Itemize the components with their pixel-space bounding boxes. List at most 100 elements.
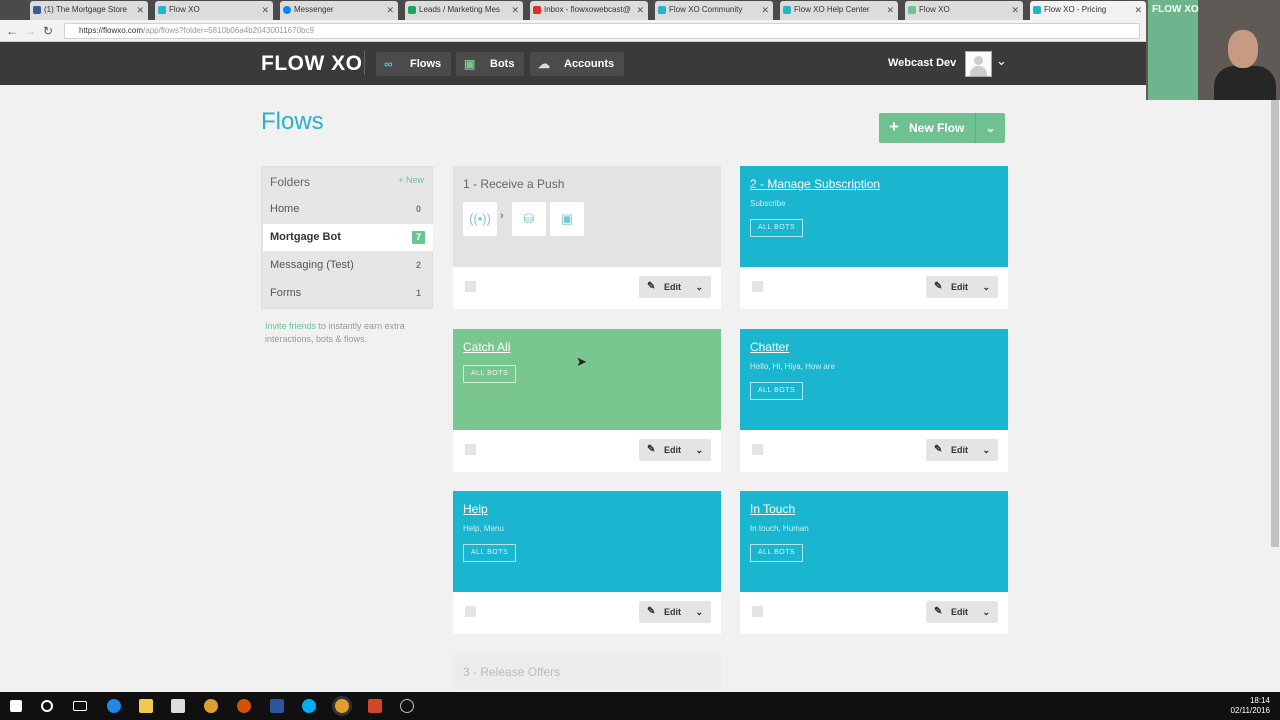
edit-button[interactable]: ✎ Edit ⌄	[639, 276, 711, 298]
flow-card[interactable]: Help Help, Menu ALL BOTS ✎ Edit ⌄	[453, 491, 721, 634]
address-bar: ← → ↻ https://flowxo.com/app/flows?folde…	[0, 20, 1146, 42]
edit-button[interactable]: ✎ Edit ⌄	[926, 601, 998, 623]
flow-card-loading[interactable]: 3 - Release Offers	[453, 654, 721, 690]
folder-count: 2	[415, 260, 421, 270]
edit-button[interactable]: ✎ Edit ⌄	[926, 276, 998, 298]
flow-card[interactable]: 1 - Receive a Push ((•)) › ⛁ ▣ ✎ Edit ⌄	[453, 166, 721, 309]
chrome-icon-active[interactable]	[335, 699, 349, 713]
edit-button[interactable]: ✎ Edit ⌄	[639, 439, 711, 461]
forward-icon[interactable]: →	[24, 24, 36, 38]
clock-app-icon[interactable]	[400, 699, 414, 713]
chevron-down-icon[interactable]: ⌄	[982, 439, 990, 461]
task-view-icon[interactable]	[73, 701, 87, 711]
browser-tab[interactable]: (1) The Mortgage Store ✕	[30, 1, 148, 20]
chrome-icon[interactable]	[204, 699, 218, 713]
chevron-down-icon[interactable]: ⌄	[695, 439, 703, 461]
url-field[interactable]: https://flowxo.com/app/flows?folder=5810…	[64, 23, 1140, 39]
webcam-overlay: FLOW XO	[1146, 0, 1280, 100]
folder-count: 0	[415, 204, 421, 214]
all-bots-badge: ALL BOTS	[750, 219, 804, 237]
close-tab-icon[interactable]: ✕	[1011, 1, 1019, 19]
flow-title[interactable]: In Touch	[750, 502, 795, 516]
ubuntu-icon[interactable]	[237, 699, 251, 713]
new-flow-button[interactable]: + New Flow ⌄	[879, 113, 1005, 143]
chevron-down-icon[interactable]: ⌄	[982, 276, 990, 298]
browser-tab[interactable]: Flow XO ✕	[155, 1, 273, 20]
flow-card[interactable]: Chatter Hello, Hi, Hiya, How are ALL BOT…	[740, 329, 1008, 472]
browser-tab-active[interactable]: Flow XO - Pricing ✕	[1030, 1, 1146, 20]
folder-item-forms[interactable]: Forms 1	[263, 280, 433, 307]
flow-card-header[interactable]: In Touch In touch, Human ALL BOTS	[740, 491, 1008, 592]
flow-card[interactable]: Catch All ALL BOTS ✎ Edit ⌄	[453, 329, 721, 472]
flow-checkbox[interactable]	[465, 606, 476, 617]
close-tab-icon[interactable]: ✕	[761, 1, 769, 19]
mouse-cursor-icon: ➤	[576, 354, 587, 369]
flow-checkbox[interactable]	[465, 281, 476, 292]
flow-card[interactable]: In Touch In touch, Human ALL BOTS ✎ Edit ⌄	[740, 491, 1008, 634]
nav-accounts[interactable]: ☁ Accounts	[530, 52, 625, 76]
flow-card-header[interactable]: Catch All ALL BOTS	[453, 329, 721, 430]
browser-tab[interactable]: Inbox - flowxowebcast@ ✕	[530, 1, 648, 20]
banner-logo: FLOW XO	[1152, 4, 1199, 15]
gmail-icon	[533, 6, 541, 14]
search-icon[interactable]	[41, 700, 53, 712]
flow-card-header[interactable]: Chatter Hello, Hi, Hiya, How are ALL BOT…	[740, 329, 1008, 430]
windows-start-icon[interactable]	[10, 700, 22, 712]
browser-tab[interactable]: Flow XO ✕	[905, 1, 1023, 20]
close-tab-icon[interactable]: ✕	[511, 1, 519, 19]
new-folder-link[interactable]: + New	[398, 175, 424, 185]
flow-card-header[interactable]: Help Help, Menu ALL BOTS	[453, 491, 721, 592]
flow-checkbox[interactable]	[752, 281, 763, 292]
chevron-down-icon[interactable]: ⌄	[695, 276, 703, 298]
browser-tab[interactable]: Flow XO Help Center ✕	[780, 1, 898, 20]
close-tab-icon[interactable]: ✕	[886, 1, 894, 19]
close-tab-icon[interactable]: ✕	[261, 1, 269, 19]
pencil-icon: ✎	[647, 444, 656, 455]
chevron-down-icon[interactable]: ⌄	[695, 601, 703, 623]
close-tab-icon[interactable]: ✕	[636, 1, 644, 19]
flow-card[interactable]: 2 - Manage Subscription Subscribe ALL BO…	[740, 166, 1008, 309]
store-icon[interactable]	[171, 699, 185, 713]
flow-checkbox[interactable]	[752, 444, 763, 455]
flow-checkbox[interactable]	[465, 444, 476, 455]
folder-icon[interactable]	[139, 699, 153, 713]
nav-flows[interactable]: ∞ Flows	[376, 52, 452, 76]
powerpoint-icon[interactable]	[368, 699, 382, 713]
user-name[interactable]: Webcast Dev	[888, 57, 956, 69]
scrollbar-thumb[interactable]	[1271, 99, 1279, 547]
edit-button[interactable]: ✎ Edit ⌄	[926, 439, 998, 461]
close-tab-icon[interactable]: ✕	[386, 1, 394, 19]
flow-card-header[interactable]: 2 - Manage Subscription Subscribe ALL BO…	[740, 166, 1008, 267]
nav-bots[interactable]: ▣ Bots	[456, 52, 525, 76]
flow-title[interactable]: 2 - Manage Subscription	[750, 177, 880, 191]
flowxo-logo[interactable]: FLOW XO	[261, 52, 363, 76]
close-tab-icon[interactable]: ✕	[136, 1, 144, 19]
chevron-down-icon[interactable]: ⌄	[982, 601, 990, 623]
flow-title[interactable]: Help	[463, 502, 488, 516]
word-icon[interactable]	[270, 699, 284, 713]
invite-friends-link[interactable]: Invite friends	[265, 321, 316, 331]
chevron-down-icon[interactable]: ⌄	[975, 113, 1005, 143]
back-icon[interactable]: ←	[6, 24, 18, 38]
flow-title[interactable]: Chatter	[750, 340, 789, 354]
browser-tab[interactable]: Flow XO Community ✕	[655, 1, 773, 20]
folder-item-home[interactable]: Home 0	[263, 196, 433, 223]
folder-item-messaging-test[interactable]: Messaging (Test) 2	[263, 252, 433, 279]
edge-icon[interactable]	[107, 699, 121, 713]
flow-card-header[interactable]: 1 - Receive a Push ((•)) › ⛁ ▣	[453, 166, 721, 267]
folder-item-mortgage-bot[interactable]: Mortgage Bot 7	[263, 224, 433, 251]
flow-checkbox[interactable]	[752, 606, 763, 617]
system-clock[interactable]: 18:14 02/11/2016	[1231, 696, 1270, 716]
avatar[interactable]	[965, 51, 992, 77]
facebook-icon	[33, 6, 41, 14]
reload-icon[interactable]: ↻	[43, 24, 53, 38]
edit-button[interactable]: ✎ Edit ⌄	[639, 601, 711, 623]
page-title: Flows	[261, 108, 324, 135]
chevron-down-icon[interactable]: ⌄	[996, 53, 1007, 69]
browser-tab[interactable]: Messenger ✕	[280, 1, 398, 20]
browser-tab[interactable]: Leads / Marketing Mes ✕	[405, 1, 523, 20]
flow-title[interactable]: 1 - Receive a Push	[463, 177, 564, 191]
close-tab-icon[interactable]: ✕	[1134, 1, 1142, 19]
skype-icon[interactable]	[302, 699, 316, 713]
flow-title[interactable]: Catch All	[463, 340, 510, 354]
